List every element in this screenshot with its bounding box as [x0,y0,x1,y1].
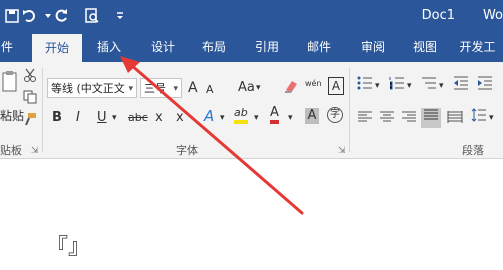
annotation-arrow [120,56,304,215]
